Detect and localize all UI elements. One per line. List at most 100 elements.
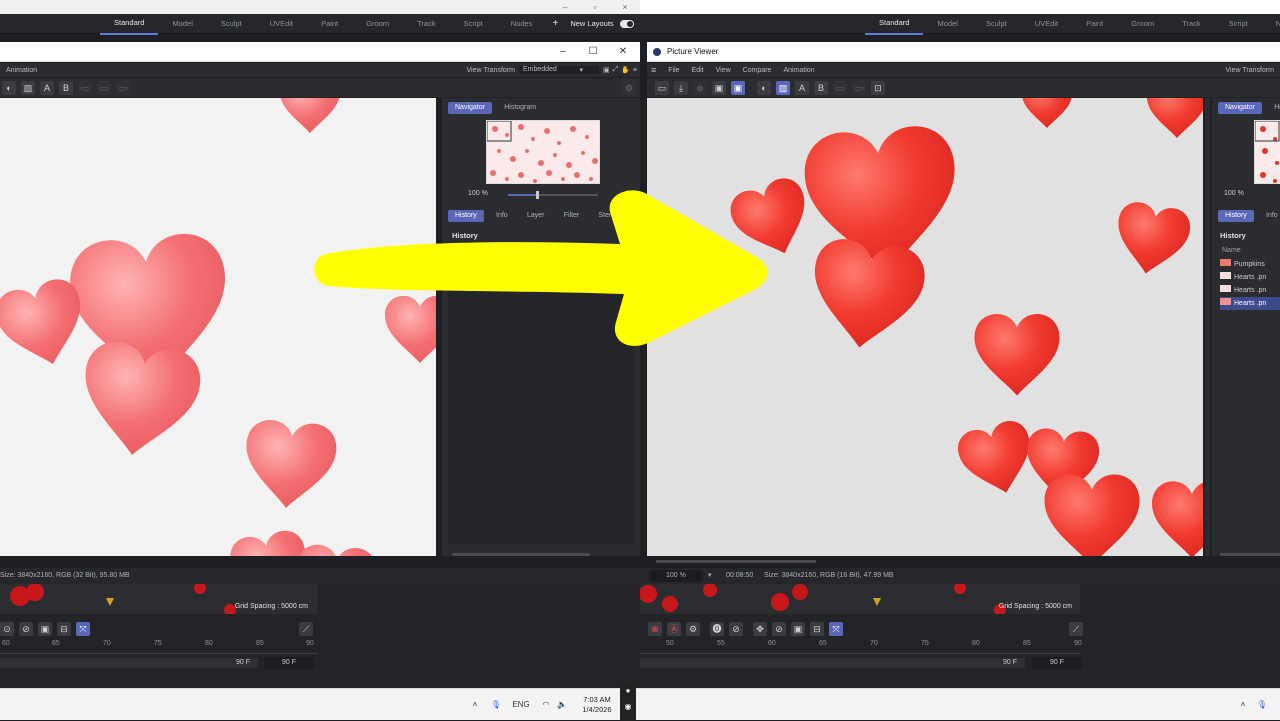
history-item[interactable]: Hearts .pn (1220, 284, 1280, 297)
motion-icon[interactable]: ⓿ (710, 622, 724, 636)
tab-info[interactable]: Info (1259, 210, 1280, 222)
move-key-icon[interactable]: ✥ (753, 622, 767, 636)
left-frame-ruler[interactable]: 60 65 70 75 80 85 90 (0, 640, 318, 654)
compare-icon[interactable]: ▨ (776, 80, 790, 95)
hand-icon[interactable]: ✋ (621, 66, 630, 74)
maximize-icon[interactable]: ☐ (578, 42, 608, 62)
layout-tab-standard[interactable]: Standard (865, 13, 924, 35)
contrast-icon[interactable]: ◐ (757, 80, 771, 95)
curve-icon[interactable]: ⟋ (1069, 622, 1083, 636)
close-icon[interactable]: ✕ (608, 42, 638, 62)
keyframe-settings-icon[interactable]: ⚙ (686, 622, 700, 636)
speaker-icon[interactable]: 🔈 (556, 689, 568, 721)
history-item[interactable]: Pumpkins (1220, 258, 1280, 271)
toggle-icon[interactable]: ⊟ (57, 622, 71, 636)
b-button[interactable]: B (59, 80, 73, 95)
layout-tab-track[interactable]: Track (403, 14, 449, 34)
copy-icon[interactable]: ▭ (97, 80, 111, 95)
menu-icon[interactable]: ≡ (633, 67, 637, 74)
microphone-icon[interactable]: 🎙 (1256, 689, 1268, 721)
right-frame-ruler[interactable]: 50 55 60 65 70 75 80 85 90 (640, 640, 1082, 654)
status-zoom[interactable]: 100 % (650, 570, 702, 582)
key-icon[interactable]: ⊘ (729, 622, 743, 636)
canvas-scrollbar-horizontal[interactable] (656, 560, 816, 563)
restore-icon[interactable]: ▫ (580, 2, 610, 12)
frame-range-bar[interactable]: 90 F (0, 658, 258, 668)
timeline-strip[interactable]: Grid Spacing : 5000 cm (0, 584, 318, 614)
swap-icon[interactable]: ▭ (833, 80, 847, 95)
menu-edit[interactable]: Edit (692, 67, 704, 74)
layout-tab-model[interactable]: Model (158, 14, 206, 34)
tab-histogram[interactable]: Histogram (497, 102, 543, 114)
navigator-thumbnail[interactable] (1254, 120, 1280, 184)
history-item[interactable]: Hearts .pn (1220, 271, 1280, 284)
layout-tab-groom[interactable]: Groom (352, 14, 403, 34)
auto-key-icon[interactable]: ⤧ (76, 622, 90, 636)
stop-icon[interactable]: ⊗ (693, 80, 707, 95)
frame-end-field[interactable]: 90 F (264, 657, 314, 669)
chevron-down-icon[interactable]: ▾ (708, 568, 712, 584)
expand-icon[interactable]: ⤢ (613, 66, 619, 74)
curve-icon[interactable]: ⟋ (299, 622, 313, 636)
a-button[interactable]: A (40, 80, 54, 95)
chevron-up-icon[interactable]: ˄ (1236, 689, 1250, 721)
layout-tab-nodes[interactable]: Nodes (1262, 14, 1280, 34)
layout-tab-model[interactable]: Model (923, 14, 971, 34)
render-region-active-icon[interactable]: ▣ (731, 80, 745, 95)
tab-navigator[interactable]: Navigator (1218, 102, 1262, 114)
menu-icon[interactable]: ≡ (651, 65, 656, 75)
microphone-icon[interactable]: 🎙 (490, 689, 502, 721)
timeline-strip[interactable]: Grid Spacing : 5000 cm (640, 584, 1080, 614)
compare-icon[interactable]: ▨ (21, 80, 35, 95)
add-layout-icon[interactable]: + (546, 14, 564, 34)
language-indicator[interactable]: ENG (510, 689, 532, 721)
menu-animation[interactable]: Animation (783, 67, 814, 74)
layout-tab-paint[interactable]: Paint (1072, 14, 1117, 34)
layout-tab-nodes[interactable]: Nodes (497, 14, 547, 34)
tab-history[interactable]: History (1218, 210, 1254, 222)
layout-tab-script[interactable]: Script (1215, 14, 1262, 34)
layout-tab-uvedit[interactable]: UVEdit (256, 14, 307, 34)
copy-icon[interactable]: ▭ (852, 80, 866, 95)
autokey-record-icon[interactable]: Ⓐ (667, 622, 681, 636)
menu-animation[interactable]: Animation (6, 67, 37, 74)
wifi-icon[interactable]: ◠ (540, 689, 552, 721)
layout-tab-paint[interactable]: Paint (307, 14, 352, 34)
panel-scrollbar[interactable] (1220, 553, 1280, 556)
frame-range-bar[interactable]: 90 F (640, 658, 1025, 668)
key-icon[interactable]: ⊘ (19, 622, 33, 636)
a-button[interactable]: A (795, 80, 809, 95)
navigator-thumbnail[interactable] (486, 120, 600, 184)
layout-tab-script[interactable]: Script (450, 14, 497, 34)
tab-histogram[interactable]: His (1267, 102, 1280, 114)
canvas-scrollbar-vertical[interactable] (1205, 98, 1210, 556)
open-folder-icon[interactable]: ▭ (655, 80, 669, 95)
swap-icon[interactable]: ▭ (78, 80, 92, 95)
mic-active-icon[interactable]: ● ◉ (620, 683, 636, 721)
layout-tab-groom[interactable]: Groom (1117, 14, 1168, 34)
frame-end-field[interactable]: 90 F (1032, 657, 1082, 669)
region-render-icon[interactable]: ▣ (712, 80, 726, 95)
keyframe-icon[interactable]: ▣ (38, 622, 52, 636)
toggle-icon[interactable]: ⊟ (810, 622, 824, 636)
record-icon[interactable]: ⊙ (0, 622, 14, 636)
frame-icon[interactable]: ▣ (603, 66, 610, 74)
fit-icon[interactable]: ⊡ (871, 80, 885, 95)
paste-icon[interactable]: ▭ (116, 80, 130, 95)
b-button[interactable]: B (814, 80, 828, 95)
layout-tab-uvedit[interactable]: UVEdit (1021, 14, 1072, 34)
layout-tab-track[interactable]: Track (1168, 14, 1214, 34)
view-transform-select[interactable]: Embedded ▾ (518, 66, 599, 74)
chevron-up-icon[interactable]: ˄ (468, 689, 482, 721)
layout-tab-standard[interactable]: Standard (100, 13, 159, 35)
history-item-selected[interactable]: Hearts .pn (1220, 297, 1280, 310)
auto-key-icon[interactable]: ⤧ (829, 622, 843, 636)
menu-file[interactable]: File (668, 67, 679, 74)
contrast-icon[interactable]: ◐ (2, 80, 16, 95)
settings-icon[interactable]: ⚙ (622, 80, 636, 95)
rotate-key-icon[interactable]: ⊘ (772, 622, 786, 636)
close-icon[interactable]: × (610, 2, 640, 12)
layout-tab-sculpt[interactable]: Sculpt (972, 14, 1021, 34)
save-icon[interactable]: ⤓ (674, 80, 688, 95)
tab-navigator[interactable]: Navigator (448, 102, 492, 114)
